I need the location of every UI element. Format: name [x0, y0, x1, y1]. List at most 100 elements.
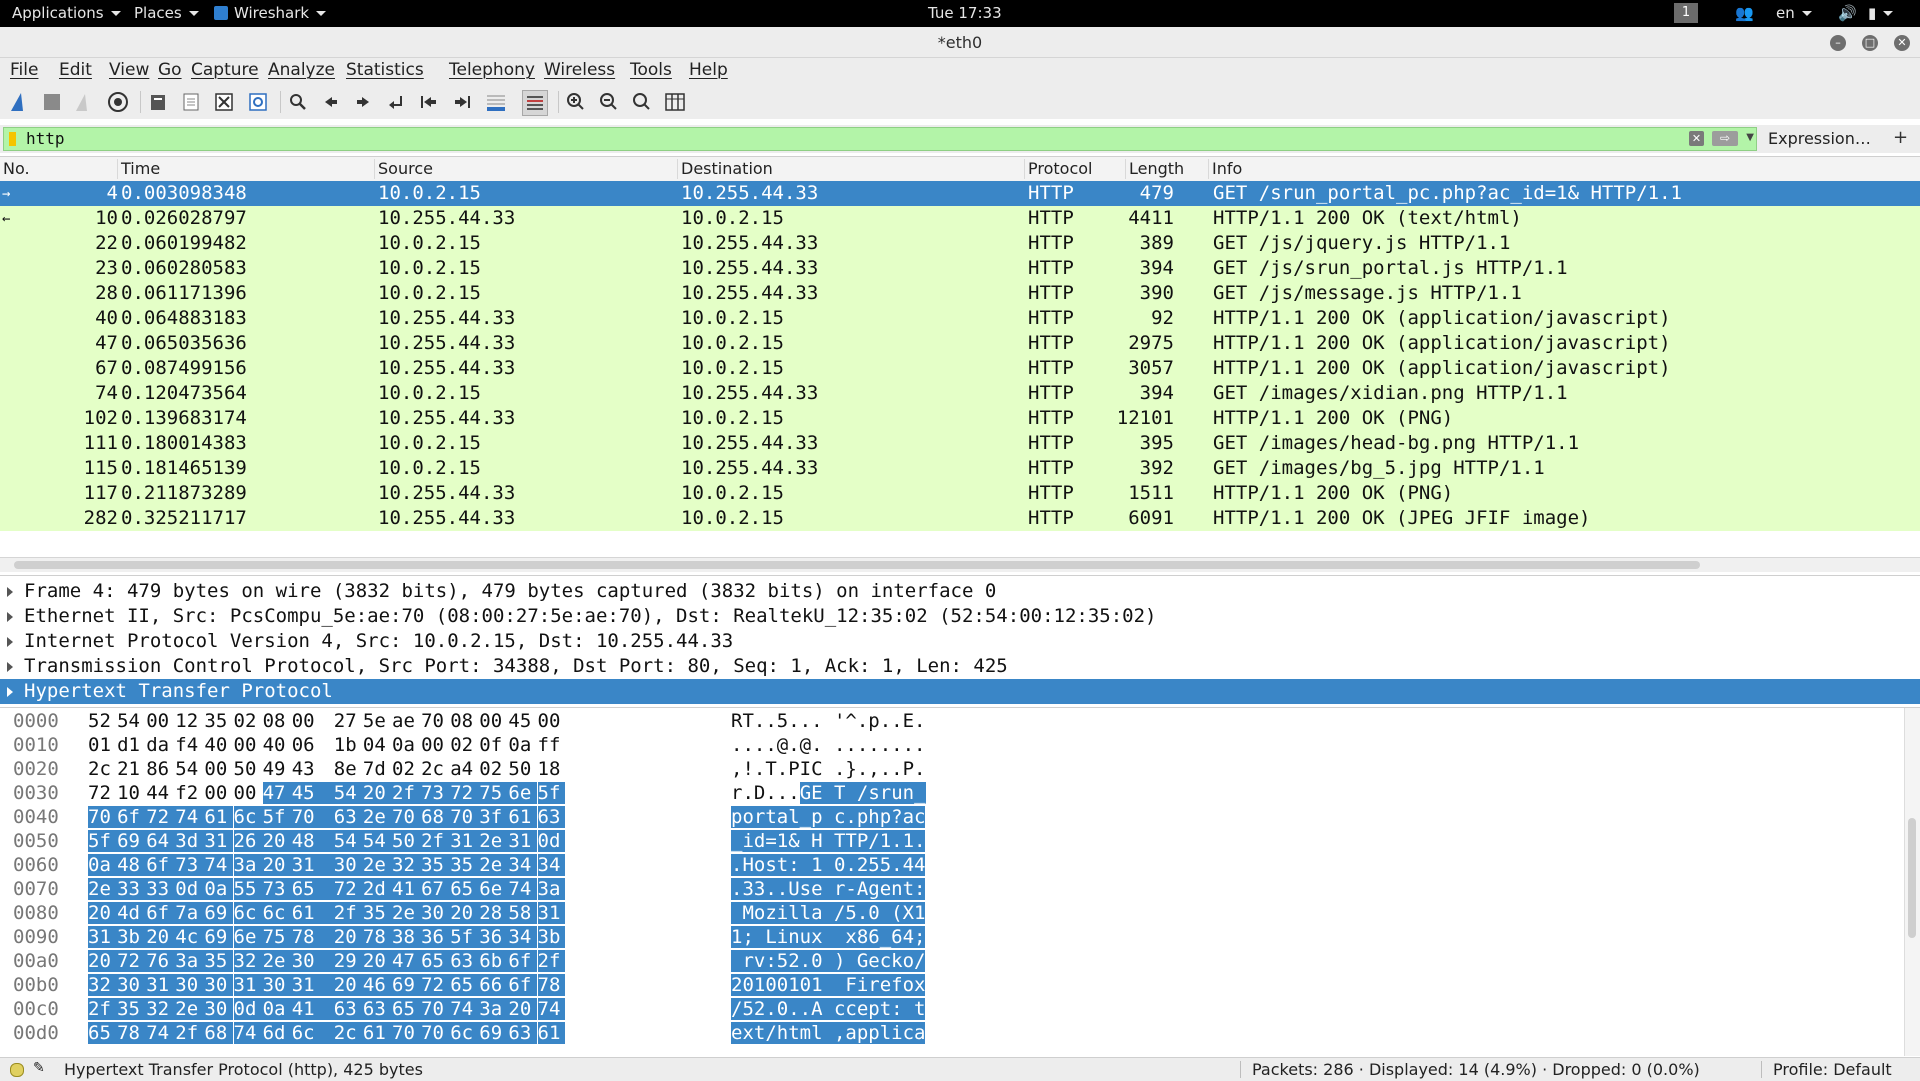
ascii-dump[interactable]: .Host: 1 0.255.44	[731, 854, 926, 876]
hex-byte[interactable]: 46	[362, 974, 392, 996]
zoom-out-icon[interactable]	[597, 90, 621, 114]
hex-byte[interactable]: f2	[175, 782, 202, 804]
hex-byte[interactable]: 35	[450, 854, 480, 876]
hex-byte[interactable]: 78	[362, 926, 392, 948]
hex-byte[interactable]: 5e	[363, 710, 390, 732]
hex-byte[interactable]: 69	[479, 1022, 509, 1044]
hex-byte[interactable]: 65	[291, 878, 334, 900]
hex-byte[interactable]: 32	[88, 974, 118, 996]
ascii-dump[interactable]: ....@.@. ........	[731, 734, 925, 756]
menu-tools[interactable]: Tools	[630, 60, 672, 80]
hex-byte[interactable]: 3d	[175, 830, 205, 852]
hex-byte[interactable]: 6f	[117, 806, 147, 828]
hex-byte[interactable]: 72	[88, 782, 115, 804]
zoom-in-icon[interactable]	[564, 90, 588, 114]
table-row[interactable]: 74 0.120473564 10.0.2.15 10.255.44.33 HTTP 39…	[0, 381, 1920, 406]
hex-byte[interactable]: 70	[291, 806, 334, 828]
hex-byte[interactable]: 34	[508, 926, 538, 948]
hex-byte[interactable]: 54	[362, 830, 392, 852]
hex-byte[interactable]: 27	[334, 710, 361, 732]
people-icon[interactable]: 👥	[1735, 4, 1754, 22]
hex-byte[interactable]: 3a	[233, 854, 263, 876]
hex-byte[interactable]: 2e	[362, 854, 392, 876]
table-row[interactable]: 10 0.026028797 10.255.44.33 10.0.2.15 HTTP 44…	[0, 206, 1920, 231]
hex-byte[interactable]: 69	[392, 974, 422, 996]
hex-byte[interactable]: 5f	[88, 830, 118, 852]
hex-byte[interactable]: 61	[362, 1022, 392, 1044]
minimize-icon[interactable]: –	[1830, 35, 1846, 51]
hex-byte[interactable]: 20	[88, 950, 118, 972]
hex-byte[interactable]: 31	[204, 830, 234, 852]
hex-byte[interactable]: 47	[262, 782, 292, 804]
hex-byte[interactable]: 3f	[479, 806, 509, 828]
hex-byte[interactable]: 08	[450, 710, 477, 732]
hex-byte[interactable]: 2f	[421, 830, 451, 852]
hex-byte[interactable]: 74	[175, 806, 205, 828]
hex-byte[interactable]: 0a	[204, 878, 234, 900]
hex-byte[interactable]: 7a	[175, 902, 205, 924]
hex-byte[interactable]: 00	[538, 710, 565, 732]
table-row[interactable]: 40 0.064883183 10.255.44.33 10.0.2.15 HTTP 92…	[0, 306, 1920, 331]
hex-byte[interactable]: 75	[479, 782, 509, 804]
menu-wireless[interactable]: Wireless	[544, 60, 615, 80]
hex-byte[interactable]: 00	[204, 758, 231, 780]
hex-byte[interactable]: 36	[479, 926, 509, 948]
hex-byte[interactable]: 49	[263, 758, 290, 780]
hex-byte[interactable]: 20	[333, 926, 363, 948]
hex-byte[interactable]: 33	[117, 878, 147, 900]
normal-size-icon[interactable]	[630, 90, 654, 114]
hex-byte[interactable]: 6b	[479, 950, 509, 972]
hex-byte[interactable]: 21	[117, 758, 144, 780]
table-row[interactable]: 22 0.060199482 10.0.2.15 10.255.44.33 HTTP 38…	[0, 231, 1920, 256]
hex-byte[interactable]: 78	[537, 974, 565, 996]
hex-byte[interactable]: 72	[421, 974, 451, 996]
status-profile[interactable]: Profile: Default	[1773, 1060, 1892, 1079]
hex-byte[interactable]: 30	[333, 854, 363, 876]
hex-byte[interactable]: 78	[117, 1022, 147, 1044]
hex-byte[interactable]: 86	[146, 758, 173, 780]
hex-byte[interactable]: 29	[333, 950, 363, 972]
hex-byte[interactable]: 72	[450, 782, 480, 804]
hex-byte[interactable]: 70	[421, 1022, 451, 1044]
hex-byte[interactable]: 2f	[175, 1022, 205, 1044]
hex-byte[interactable]: 54	[175, 758, 202, 780]
hex-byte[interactable]: 2e	[88, 878, 118, 900]
hex-byte[interactable]: 0f	[479, 734, 506, 756]
hex-byte[interactable]: 6e	[233, 926, 263, 948]
hex-byte[interactable]: 68	[421, 806, 451, 828]
hex-byte[interactable]: 30	[291, 950, 334, 972]
table-row[interactable]: 111 0.180014383 10.0.2.15 10.255.44.33 HTTP 3…	[0, 431, 1920, 456]
hex-byte[interactable]: 74	[508, 878, 538, 900]
hex-byte[interactable]: 20	[262, 830, 292, 852]
hex-byte[interactable]: 2e	[175, 998, 205, 1020]
hex-byte[interactable]: 00	[479, 710, 506, 732]
hex-byte[interactable]: 35	[362, 902, 392, 924]
hex-byte[interactable]: 20	[262, 854, 292, 876]
hex-byte[interactable]: 2d	[362, 878, 392, 900]
hex-byte[interactable]: 2f	[392, 782, 422, 804]
hex-byte[interactable]: 73	[262, 878, 292, 900]
hex-byte[interactable]: 31	[233, 974, 263, 996]
hex-byte[interactable]: 74	[204, 854, 234, 876]
column-header-protocol[interactable]: Protocol	[1024, 159, 1092, 179]
hex-byte[interactable]: 32	[233, 950, 263, 972]
hex-byte[interactable]: 6f	[146, 854, 176, 876]
hex-byte[interactable]: 00	[421, 734, 448, 756]
detail-tree-item[interactable]: Internet Protocol Version 4, Src: 10.0.2…	[0, 629, 1920, 654]
hex-byte[interactable]: 52	[88, 710, 115, 732]
hex-byte[interactable]: 1b	[334, 734, 361, 756]
hex-byte[interactable]: 45	[508, 710, 535, 732]
resize-columns-icon[interactable]	[663, 90, 687, 114]
places-menu[interactable]: Places	[134, 4, 199, 22]
hex-byte[interactable]: 30	[204, 974, 234, 996]
table-row[interactable]: 102 0.139683174 10.255.44.33 10.0.2.15 HTTP 1…	[0, 406, 1920, 431]
hex-byte[interactable]: 50	[508, 758, 535, 780]
hex-byte[interactable]: 20	[362, 782, 392, 804]
packet-bytes-vertical-scrollbar[interactable]	[1904, 708, 1920, 1056]
shark-fin-start-icon[interactable]	[8, 90, 32, 114]
hex-byte[interactable]: 74	[537, 998, 565, 1020]
restart-icon[interactable]	[72, 90, 96, 114]
hex-byte[interactable]: 30	[175, 974, 205, 996]
menu-telephony[interactable]: Telephony	[449, 60, 535, 80]
hex-byte[interactable]: 0d	[175, 878, 205, 900]
